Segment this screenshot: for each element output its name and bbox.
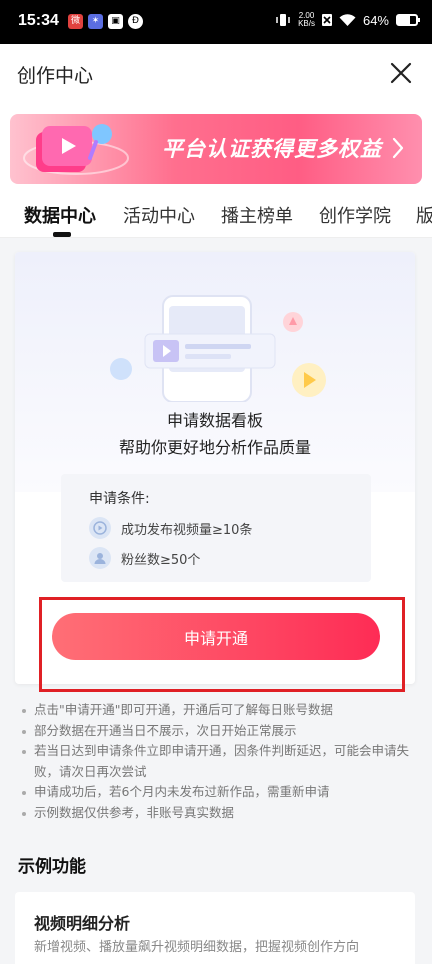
note-item: 若当日达到申请条件立即申请开通，因条件判断延迟，可能会申请失败，请次日再次尝试 <box>21 741 416 782</box>
condition-text: 成功发布视频量≥10条 <box>121 522 253 538</box>
app-white-icon: ▣ <box>108 14 123 29</box>
network-speed-unit: KB/s <box>298 19 315 28</box>
network-speed: 2.00 KB/s <box>298 12 315 28</box>
note-item: 点击"申请开通"即可开通，开通后可了解每日账号数据 <box>21 700 416 721</box>
tab-creator-academy[interactable]: 创作学院 <box>319 202 391 228</box>
tab-data-center[interactable]: 数据中心 <box>24 202 96 228</box>
card-title: 申请数据看板 <box>166 411 263 430</box>
app-swirl-icon: Ɖ <box>128 14 143 29</box>
notes-list: 点击"申请开通"即可开通，开通后可了解每日账号数据 部分数据在开通当日不展示，次… <box>21 700 416 823</box>
feature-card[interactable]: 视频明细分析 新增视频、播放量飙升视频明细数据，把握视频创作方向 <box>15 892 415 964</box>
battery-fill <box>398 16 410 24</box>
status-time: 15:34 <box>18 12 59 29</box>
tab-streamer-ranking[interactable]: 播主榜单 <box>221 202 293 228</box>
dashboard-illustration <box>110 295 326 402</box>
status-bar: 15:34 微 ✶ ▣ Ɖ 2.00 KB/s 64% <box>0 0 432 44</box>
video-play-icon <box>89 517 111 539</box>
certification-banner[interactable]: 平台认证获得更多权益 <box>10 114 422 184</box>
app-blue-icon: ✶ <box>88 14 103 29</box>
user-icon <box>89 547 111 569</box>
battery-icon <box>396 14 420 26</box>
status-indicators: 2.00 KB/s 64% <box>275 12 420 28</box>
tab-bar: 数据中心 活动中心 播主榜单 创作学院 版 <box>0 190 432 238</box>
wifi-icon <box>339 13 356 26</box>
status-app-icons: 微 ✶ ▣ Ɖ <box>68 14 143 29</box>
note-item: 申请成功后，若6个月内未发布过新作品，需重新申请 <box>21 782 416 803</box>
note-item: 部分数据在开通当日不展示，次日开始正常展示 <box>21 721 416 742</box>
battery-percent: 64% <box>362 12 389 28</box>
condition-text: 粉丝数≥50个 <box>121 552 201 568</box>
condition-item: 粉丝数≥50个 <box>89 547 200 569</box>
page-title: 创作中心 <box>17 65 94 87</box>
tab-truncated[interactable]: 版 <box>416 202 432 228</box>
condition-item: 成功发布视频量≥10条 <box>89 517 252 539</box>
banner-text: 平台认证获得更多权益 <box>162 137 382 161</box>
conditions-heading: 申请条件: <box>89 491 150 507</box>
no-signal-icon <box>321 14 332 26</box>
tab-activity-center[interactable]: 活动中心 <box>123 202 195 228</box>
card-subtitle: 帮助你更好地分析作品质量 <box>118 438 311 457</box>
close-icon[interactable] <box>390 62 412 84</box>
app-red-icon: 微 <box>68 14 83 29</box>
note-item: 示例数据仅供参考，非账号真实数据 <box>21 803 416 824</box>
tab-indicator <box>53 232 71 237</box>
page-header: 创作中心 <box>0 44 432 102</box>
apply-button[interactable]: 申请开通 <box>52 613 380 660</box>
conditions-box: 申请条件: 成功发布视频量≥10条 粉丝数≥50个 <box>61 474 371 582</box>
video-camera-icon <box>23 124 129 175</box>
vibrate-icon <box>276 14 290 26</box>
feature-description: 新增视频、播放量飙升视频明细数据，把握视频创作方向 <box>34 940 360 955</box>
feature-title: 视频明细分析 <box>34 914 131 933</box>
examples-section-title: 示例功能 <box>18 857 86 877</box>
chevron-right-icon <box>392 137 404 159</box>
